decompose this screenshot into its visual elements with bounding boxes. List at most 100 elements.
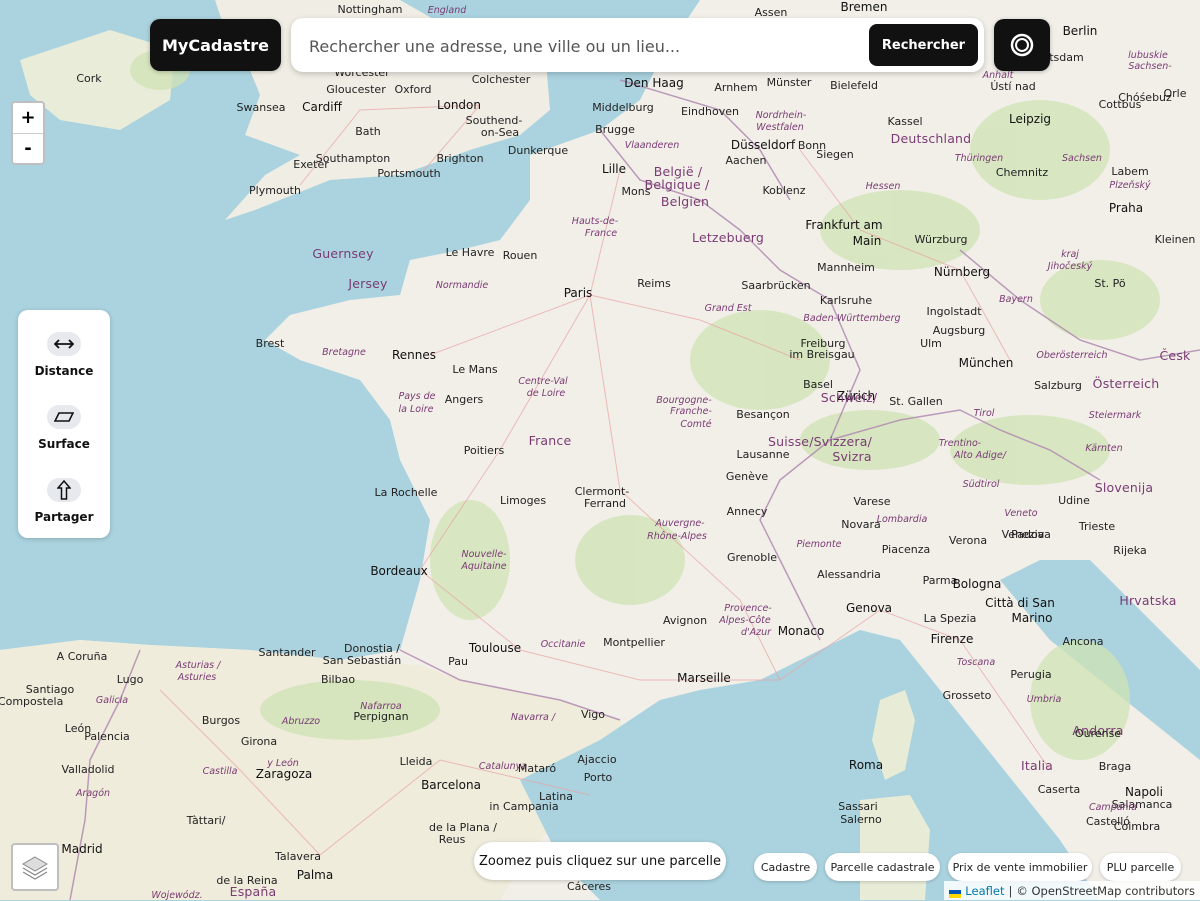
- zoom-control: + -: [11, 101, 45, 165]
- map-label: Lugo: [117, 673, 144, 686]
- map-label: Padova: [1011, 528, 1051, 541]
- osm-link[interactable]: © OpenStreetMap contributors: [1016, 884, 1195, 898]
- map-canvas[interactable]: Nottingham England Assen BremenBerlinCork Wo…: [0, 0, 1200, 900]
- map-label: lubuskie: [1128, 50, 1168, 61]
- map-label: Udine: [1058, 494, 1090, 507]
- map-label: Bielefeld: [830, 79, 878, 92]
- distance-tool-button[interactable]: Distance: [18, 326, 110, 386]
- map-label: im Breisgau: [789, 348, 854, 361]
- map-label: Trentino-: [939, 438, 982, 449]
- map-label: Česk: [1160, 348, 1192, 363]
- map-label: Le Havre: [446, 246, 495, 259]
- map-label: La Rochelle: [375, 486, 438, 499]
- map-label: Poitiers: [464, 444, 505, 457]
- map-label: Le Mans: [452, 363, 497, 376]
- leaflet-link[interactable]: Leaflet: [965, 884, 1004, 898]
- map-label: Rijeka: [1113, 544, 1146, 557]
- pill-plu-parcelle[interactable]: PLU parcelle: [1100, 853, 1181, 881]
- map-label: Barcelona: [421, 778, 481, 792]
- share-tool-button[interactable]: Partager: [18, 472, 110, 532]
- search-input[interactable]: [307, 28, 851, 64]
- map-label: Brest: [256, 337, 285, 350]
- map-label: Ingolstadt: [926, 305, 982, 318]
- map-label: Vlaanderen: [625, 140, 679, 151]
- map-label: Labem: [1111, 165, 1148, 178]
- map-label: Marseille: [677, 671, 731, 685]
- map-label: Veneto: [1004, 508, 1037, 519]
- map-label: Marino: [1012, 611, 1053, 625]
- map-label: Trieste: [1078, 520, 1115, 533]
- map-label: Den Haag: [624, 76, 683, 90]
- map-label: Brugge: [595, 123, 635, 136]
- map-label: Toulouse: [468, 641, 521, 655]
- map-label: in Campania: [489, 800, 558, 813]
- map-label: A Coruña: [57, 650, 108, 663]
- map-label: Firenze: [931, 632, 974, 646]
- arrow-up-icon: [47, 478, 81, 502]
- map-label: Porto: [584, 771, 613, 784]
- map-label: Salzburg: [1034, 379, 1082, 392]
- zoom-in-button[interactable]: +: [13, 103, 43, 133]
- pill-prix-vente[interactable]: Prix de vente immobilier: [948, 853, 1092, 881]
- map-label: Siegen: [816, 148, 854, 161]
- map-label: Gloucester: [326, 83, 386, 96]
- map-label: Tàttari/: [186, 814, 226, 827]
- map-label: Girona: [241, 735, 277, 748]
- map-label: Limoges: [500, 494, 546, 507]
- map-label: Brighton: [436, 152, 483, 165]
- map-label: Sachsen: [1062, 153, 1102, 164]
- map-label: Pays de: [398, 391, 435, 402]
- map-label: on-Sea: [481, 126, 519, 139]
- map-label: Augsburg: [933, 324, 985, 337]
- map-label: Salerno: [840, 813, 882, 826]
- map-label: Rouen: [503, 249, 538, 262]
- map-label: Madrid: [61, 842, 102, 856]
- map-label: Vigo: [581, 708, 605, 721]
- map-label: Coimbra: [1114, 820, 1160, 833]
- map-label: Auvergne-: [654, 518, 705, 529]
- map-label: France: [529, 433, 572, 448]
- map-label: Besançon: [736, 408, 790, 421]
- map-label: Campania: [1089, 802, 1137, 813]
- map-label: Abruzzo: [281, 716, 320, 727]
- map-label: Palma: [297, 868, 333, 882]
- map-label: Alessandria: [817, 568, 881, 581]
- map-label: Leipzig: [1009, 112, 1051, 126]
- map-label: Letzebuerg: [692, 230, 764, 245]
- map-label: Franche-: [670, 406, 712, 417]
- map-label: Reus: [439, 833, 466, 846]
- map-label: Bilbao: [321, 673, 355, 686]
- map-label: Occitanie: [541, 639, 586, 650]
- zoom-hint: Zoomez puis cliquez sur une parcelle: [474, 842, 726, 880]
- target-icon: [1010, 33, 1034, 57]
- map-label: Umbria: [1027, 694, 1062, 705]
- layers-button[interactable]: [11, 843, 59, 891]
- zoom-out-button[interactable]: -: [13, 133, 43, 164]
- map-label: Braga: [1099, 760, 1132, 773]
- map-label: Ourense: [1075, 727, 1121, 740]
- locate-button[interactable]: [994, 19, 1050, 71]
- map-label: England: [428, 5, 468, 16]
- pill-cadastre[interactable]: Cadastre: [754, 853, 817, 881]
- map-label: Chemnitz: [996, 166, 1048, 179]
- map-label: Lombardia: [877, 514, 928, 525]
- surface-tool-button[interactable]: Surface: [18, 399, 110, 459]
- ukraine-flag-icon: [949, 887, 962, 898]
- map-label: Castilla: [203, 766, 238, 777]
- map-label: Navarra /: [511, 712, 557, 723]
- map-label: Karlsruhe: [820, 294, 873, 307]
- map-label: Koblenz: [763, 184, 806, 197]
- map-label: Berlin: [1063, 24, 1098, 38]
- search-button[interactable]: Rechercher: [869, 24, 978, 66]
- map-label: Piemonte: [797, 539, 842, 550]
- map-label: Cáceres: [567, 880, 611, 893]
- map-label: Normandie: [436, 280, 489, 291]
- map-label: Middelburg: [592, 101, 654, 114]
- map-label: Baden-Württemberg: [803, 313, 900, 324]
- brand-logo[interactable]: MyCadastre: [150, 19, 281, 71]
- map-label: Alpes-Côte: [718, 615, 771, 626]
- pill-parcelle-cadastrale[interactable]: Parcelle cadastrale: [825, 853, 940, 881]
- map-label: Città di San: [985, 596, 1055, 610]
- map-label: Würzburg: [914, 233, 967, 246]
- map-view[interactable]: Nottingham England Assen Bremen Berlin Cork Wo…: [0, 0, 1200, 900]
